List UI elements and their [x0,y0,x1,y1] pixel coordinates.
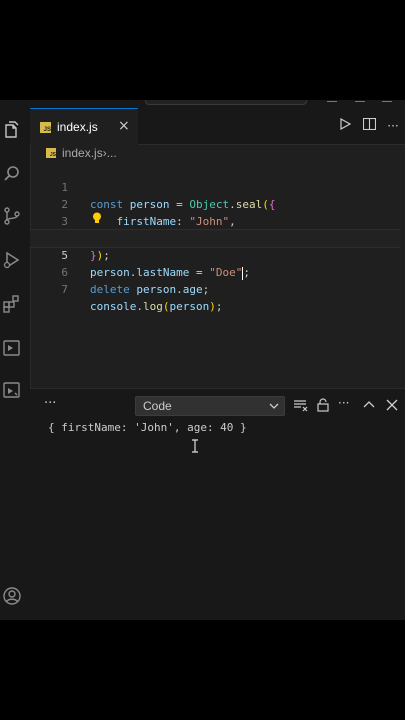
maximize-icon[interactable] [355,101,365,102]
chevron-down-icon [269,403,279,409]
panel-more-icon[interactable]: ··· [44,396,56,411]
code-line: 2 firstName: "John", [30,179,405,228]
run-debug-icon[interactable] [0,248,24,272]
code-line-current: 5 person.lastName = "Doe"; [30,229,405,280]
testing-icon[interactable] [0,378,24,402]
close-window-icon[interactable] [382,101,392,102]
code-line: 1 const person = Object.seal({ [30,162,405,211]
output-panel: ··· Code ··· { firstName: 'John', age: 4… [30,388,405,620]
js-file-icon: JS [40,121,51,133]
run-icon[interactable] [333,117,357,134]
output-channel-select[interactable]: Code [135,396,285,416]
tab-label: index.js [57,120,98,134]
js-file-icon: JS [46,148,56,158]
code-line: 7 console.log(person); [30,264,405,313]
editor-scrollbar[interactable] [400,162,405,388]
code-text: delete person.age; [90,283,210,296]
clear-output-icon[interactable] [292,397,308,413]
command-center[interactable] [145,100,307,105]
code-line: 4 }); [30,213,405,262]
code-text: console.log(person); [90,300,223,313]
account-icon[interactable] [0,584,24,608]
source-control-icon[interactable] [0,204,24,228]
code-editor[interactable]: 1 const person = Object.seal({ 2 firstNa… [30,162,405,388]
code-line: 3 age: 40 [30,196,405,245]
breadcrumb: JS index.js › ... [30,145,117,161]
tab-index-js[interactable]: JS index.js × [30,108,138,145]
explorer-icon[interactable] [0,118,24,142]
code-line: 6 delete person.age; [30,247,405,296]
extensions-icon[interactable] [0,292,24,316]
line-number: 7 [61,283,68,296]
tab-bar: JS index.js × ··· [30,108,405,145]
breadcrumb-file[interactable]: index.js [62,146,103,160]
lock-icon[interactable] [315,397,331,413]
activity-bar [0,108,31,620]
title-bar [0,100,405,108]
minimize-icon[interactable] [327,101,337,102]
close-panel-icon[interactable] [384,397,400,413]
panel-header: ··· Code ··· [30,389,405,421]
lightbulb-icon[interactable] [92,212,102,224]
close-icon[interactable]: × [118,119,130,133]
output-text: { firstName: 'John', age: 40 } [48,421,247,434]
panel-actions-icon[interactable]: ··· [338,396,354,412]
vscode-window: JS index.js × ··· JS index.js › ... 1 co… [0,100,405,620]
search-icon[interactable] [0,162,24,186]
maximize-panel-icon[interactable] [361,397,377,413]
mouse-ibeam-cursor [192,439,198,453]
editor-actions: ··· [333,108,405,144]
more-actions-icon[interactable]: ··· [381,119,405,133]
breadcrumb-symbol[interactable]: ... [107,146,117,160]
split-editor-icon[interactable] [357,117,381,134]
output-channel-label: Code [143,399,172,413]
remote-explorer-icon[interactable] [0,336,24,360]
